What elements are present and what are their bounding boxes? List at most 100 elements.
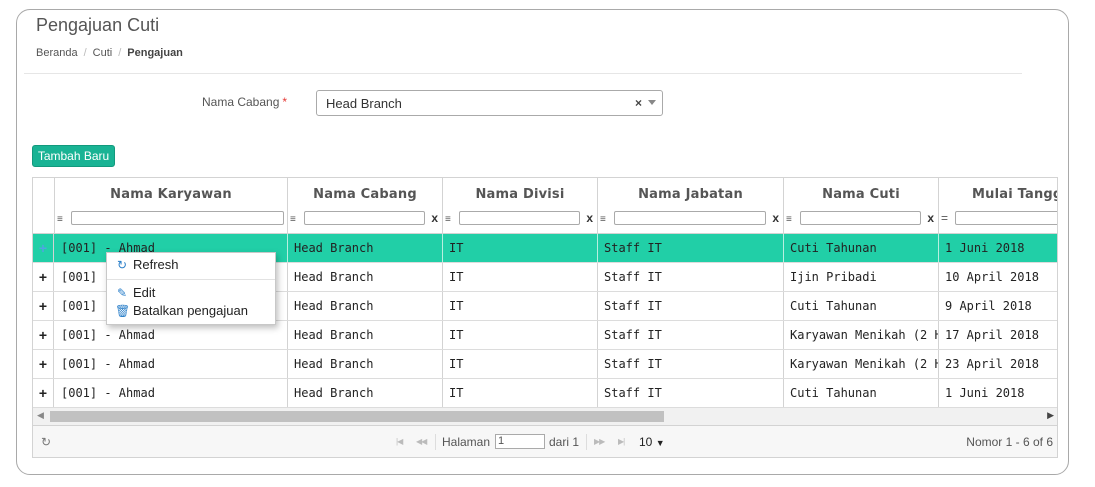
refresh-icon[interactable]: ↻	[41, 435, 51, 449]
table-row[interactable]: +[001] - AhmadHead BranchITStaff ITCuti …	[33, 379, 1057, 408]
table-cell: Head Branch	[288, 292, 443, 320]
table-cell: Staff IT	[598, 350, 784, 378]
filter-clear-icon[interactable]: x	[772, 211, 779, 225]
filter-clear-icon[interactable]: x	[431, 211, 438, 225]
table-cell: Karyawan Menikah (2 Hari)	[784, 350, 939, 378]
filter-clear-icon[interactable]: x	[586, 211, 593, 225]
table-cell: IT	[443, 263, 598, 291]
scroll-right-icon[interactable]: ▶	[1047, 410, 1054, 421]
table-cell: IT	[443, 350, 598, 378]
table-cell: 10 April 2018	[945, 270, 1039, 284]
expand-row-icon[interactable]: +	[33, 263, 54, 291]
filter-input-leave-type[interactable]	[800, 211, 921, 225]
table-cell: Head Branch	[288, 263, 443, 291]
table-cell: Staff IT	[598, 321, 784, 349]
page-count-label: dari 1	[549, 435, 580, 449]
expand-row-icon[interactable]: +	[33, 379, 54, 407]
table-cell: IT	[443, 321, 598, 349]
page-label: Halaman	[442, 435, 491, 449]
edit-icon: ✎	[116, 286, 128, 300]
expand-row-icon[interactable]: +	[33, 234, 54, 262]
table-cell: Ijin Pribadi	[784, 263, 939, 291]
record-info: Nomor 1 - 6 of 6	[966, 435, 1053, 449]
scroll-left-icon[interactable]: ◀	[37, 410, 44, 421]
table-row[interactable]: + [001] - Ahmad Head Branch IT Staff IT Karya…	[33, 321, 1057, 350]
table-cell: [001] - Ahmad	[55, 321, 288, 349]
expand-row-icon[interactable]: +	[33, 292, 54, 320]
column-header-employee[interactable]: Nama Karyawan ≡	[55, 178, 288, 233]
pager-divider	[586, 434, 587, 450]
table-cell: 9 April 2018	[945, 299, 1032, 313]
column-header-division[interactable]: Nama Divisi ≡ x	[443, 178, 598, 233]
breadcrumb-home[interactable]: Beranda	[36, 47, 78, 59]
table-cell: Head Branch	[288, 350, 443, 378]
filter-clear-icon[interactable]: x	[927, 211, 934, 225]
table-cell: 1 Juni 2018	[945, 386, 1025, 400]
filter-equals-icon[interactable]: =	[941, 211, 948, 225]
table-cell: Head Branch	[288, 321, 443, 349]
filter-input-start-date[interactable]	[955, 211, 1057, 225]
page-number-input[interactable]: 1	[495, 434, 545, 449]
expander-header	[33, 178, 55, 233]
table-cell: IT	[443, 379, 598, 407]
column-header-start-date[interactable]: Mulai Tanggal =	[939, 178, 1057, 233]
add-new-button[interactable]: Tambah Baru	[32, 145, 115, 167]
filter-operator-icon[interactable]: ≡	[57, 214, 63, 225]
grid-header: Nama Karyawan ≡ Nama Cabang ≡ x Nama Div…	[33, 178, 1057, 234]
filter-input-position[interactable]	[614, 211, 766, 225]
filter-input-division[interactable]	[459, 211, 580, 225]
breadcrumb: Beranda / Cuti / Pengajuan	[36, 47, 183, 59]
expand-row-icon[interactable]: +	[33, 321, 54, 349]
pager: ↻ |◀ ◀◀ Halaman 1 dari 1 ▶▶ ▶| 10 ▼ Nomo…	[33, 425, 1057, 457]
branch-field-label: Nama Cabang *	[202, 95, 288, 109]
context-menu-refresh[interactable]: ↻ Refresh	[107, 256, 275, 274]
filter-input-employee[interactable]	[71, 211, 284, 225]
next-page-icon[interactable]: ▶▶	[594, 437, 605, 446]
filter-input-branch[interactable]	[304, 211, 425, 225]
table-row[interactable]: + [001] - Ahmad Head Branch IT Staff IT Karya…	[33, 350, 1057, 379]
chevron-down-icon[interactable]	[648, 100, 656, 105]
title-divider	[24, 73, 1022, 74]
prev-page-icon[interactable]: ◀◀	[416, 437, 427, 446]
column-header-position[interactable]: Nama Jabatan ≡ x	[598, 178, 784, 233]
chevron-down-icon: ▼	[655, 438, 665, 448]
table-cell: Cuti Tahunan	[784, 292, 939, 320]
table-cell: [001] - Ahmad	[55, 379, 288, 407]
column-header-branch[interactable]: Nama Cabang ≡ x	[288, 178, 443, 233]
filter-operator-icon[interactable]: ≡	[600, 214, 606, 225]
pager-divider	[435, 434, 436, 450]
branch-select-value: Head Branch	[326, 96, 402, 111]
table-cell: IT	[443, 292, 598, 320]
context-menu-edit[interactable]: ✎ Edit	[107, 284, 275, 302]
refresh-icon: ↻	[116, 258, 128, 272]
context-menu-cancel[interactable]: 🗑 Batalkan pengajuan	[107, 302, 275, 320]
table-cell: Cuti Tahunan	[784, 234, 939, 262]
table-cell: Head Branch	[288, 379, 443, 407]
column-header-leave-type[interactable]: Nama Cuti ≡ x	[784, 178, 939, 233]
branch-select[interactable]: Head Branch ×	[316, 90, 663, 116]
context-menu: ↻ Refresh ✎ Edit 🗑 Batalkan pengajuan	[106, 252, 276, 325]
table-cell: 23 April 2018	[945, 357, 1039, 371]
scrollbar-thumb[interactable]	[50, 411, 664, 422]
horizontal-scrollbar[interactable]: ◀ ▶	[33, 408, 1057, 425]
table-cell: [001] - Ahmad	[55, 350, 288, 378]
breadcrumb-section[interactable]: Cuti	[93, 47, 113, 59]
table-cell: Karyawan Menikah (2 Hari)	[784, 321, 939, 349]
table-cell: IT	[443, 234, 598, 262]
table-cell: Staff IT	[598, 292, 784, 320]
breadcrumb-current: Pengajuan	[127, 47, 183, 59]
filter-operator-icon[interactable]: ≡	[445, 214, 451, 225]
first-page-icon[interactable]: |◀	[396, 437, 403, 446]
clear-icon[interactable]: ×	[635, 96, 642, 110]
filter-operator-icon[interactable]: ≡	[290, 214, 296, 225]
filter-operator-icon[interactable]: ≡	[786, 214, 792, 225]
trash-icon: 🗑	[115, 304, 131, 318]
table-cell: Staff IT	[598, 379, 784, 407]
page-title: Pengajuan Cuti	[36, 15, 160, 35]
table-cell: Head Branch	[288, 234, 443, 262]
last-page-icon[interactable]: ▶|	[618, 437, 625, 446]
page-size-select[interactable]: 10 ▼	[639, 435, 665, 449]
expand-row-icon[interactable]: +	[33, 350, 54, 378]
table-cell: 17 April 2018	[945, 328, 1039, 342]
table-cell: Cuti Tahunan	[784, 379, 939, 407]
